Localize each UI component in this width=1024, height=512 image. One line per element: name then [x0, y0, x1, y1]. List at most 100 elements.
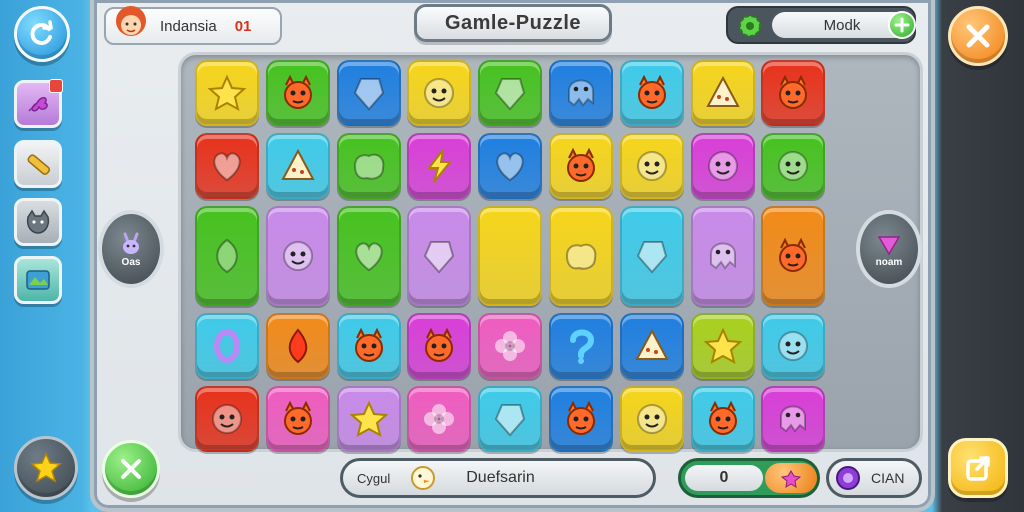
search-bar[interactable]: Cygul Duefsarin [340, 458, 656, 498]
puzzle-tile[interactable] [619, 386, 684, 452]
puzzle-tile[interactable] [690, 133, 755, 199]
puzzle-tile[interactable] [690, 206, 755, 306]
shuffle-button[interactable] [102, 440, 160, 498]
creature-icon [354, 327, 383, 362]
puzzle-tile[interactable] [478, 133, 543, 199]
puzzle-tile[interactable] [265, 313, 330, 379]
puzzle-tile[interactable] [265, 206, 330, 306]
gear-icon[interactable] [736, 12, 764, 40]
puzzle-tile[interactable] [549, 313, 613, 379]
puzzle-tile[interactable] [195, 206, 259, 306]
star-button[interactable] [14, 436, 78, 500]
exit-button[interactable] [948, 438, 1008, 498]
puzzle-tile[interactable] [407, 313, 472, 379]
mode-label: Modk [823, 16, 861, 34]
star-icon [30, 452, 62, 483]
puzzle-tile[interactable] [619, 133, 684, 199]
puzzle-tile[interactable] [690, 386, 755, 452]
drop-icon [288, 328, 308, 364]
face-icon [778, 331, 809, 361]
puzzle-tile[interactable] [690, 313, 755, 379]
puzzle-tile[interactable] [761, 313, 826, 379]
puzzle-tile[interactable] [478, 313, 543, 379]
fruit-button[interactable] [765, 463, 817, 493]
face-icon [778, 151, 809, 181]
heart-gem-icon [877, 235, 901, 255]
gem-icon [636, 241, 667, 274]
puzzle-tile[interactable] [549, 60, 613, 126]
puzzle-tile[interactable] [336, 206, 401, 306]
puzzle-tile[interactable] [619, 313, 684, 379]
puzzle-tile[interactable] [619, 206, 684, 306]
puzzle-tile[interactable] [265, 386, 330, 452]
puzzle-tile[interactable] [407, 133, 472, 199]
puzzle-tile[interactable] [690, 60, 755, 126]
puzzle-tile[interactable] [549, 133, 613, 199]
puzzle-tile[interactable] [549, 206, 613, 306]
squid-icon [709, 242, 736, 270]
creature-icon [567, 400, 595, 435]
left-side-label: Oas [121, 256, 141, 268]
triangle-icon [635, 328, 669, 360]
puzzle-tile[interactable] [761, 206, 826, 306]
face-icon [636, 404, 667, 434]
counter-bar: 0 [678, 458, 820, 498]
refresh-button[interactable] [14, 6, 70, 62]
counter-value: 0 [719, 469, 729, 486]
puzzle-tile[interactable] [336, 386, 401, 452]
puzzle-tile[interactable] [478, 206, 543, 306]
triangle-icon [281, 148, 315, 180]
squid-icon [568, 79, 594, 107]
creature-icon [283, 400, 312, 435]
puzzle-tile[interactable] [265, 133, 330, 199]
gem-icon [495, 78, 526, 111]
puzzle-tile[interactable] [195, 386, 259, 452]
puzzle-tile[interactable] [761, 133, 826, 199]
puzzle-tile[interactable] [336, 60, 401, 126]
puzzle-tile[interactable] [761, 386, 826, 452]
face-icon [707, 151, 738, 181]
puzzle-tile[interactable] [336, 133, 401, 199]
coin-label: CIAN [871, 470, 905, 486]
creature-icon [708, 400, 737, 435]
add-button[interactable] [888, 11, 916, 39]
puzzle-tile[interactable] [619, 60, 684, 126]
avatar [116, 6, 146, 36]
puzzle-tile[interactable] [407, 206, 472, 306]
left-side-button[interactable]: Oas [98, 210, 164, 288]
tool-badge [49, 79, 63, 93]
exit-icon [966, 456, 990, 481]
tool-hammer-button[interactable] [14, 140, 62, 188]
tool-magic-button[interactable] [14, 79, 63, 128]
puzzle-tile[interactable] [407, 60, 472, 126]
face-icon [282, 241, 313, 271]
star-icon [703, 327, 743, 364]
player-profile[interactable]: Indansia 01 [104, 6, 282, 45]
tool-map-button[interactable] [14, 256, 62, 304]
map-icon [26, 270, 50, 290]
flower-icon [495, 331, 526, 361]
right-side-button[interactable]: noam [856, 210, 922, 288]
puzzle-tile[interactable] [195, 313, 259, 379]
gem-icon [495, 404, 526, 437]
tool-cat-button[interactable] [14, 198, 62, 246]
star-icon [207, 74, 247, 111]
refresh-icon [30, 20, 53, 45]
puzzle-tile[interactable] [195, 133, 259, 199]
puzzle-tile[interactable] [195, 60, 259, 126]
creature-icon [779, 237, 808, 272]
puzzle-tile[interactable] [761, 60, 826, 126]
puzzle-tile[interactable] [336, 313, 401, 379]
puzzle-tile[interactable] [265, 60, 330, 126]
puzzle-tile[interactable] [478, 386, 543, 452]
puzzle-tile[interactable] [407, 386, 472, 452]
creature-icon [779, 74, 808, 109]
puzzle-tile[interactable] [478, 60, 543, 126]
right-side-label: noam [875, 256, 903, 268]
ring-icon [214, 329, 240, 363]
close-button[interactable] [948, 6, 1008, 66]
gem-icon [353, 78, 384, 111]
puzzle-tile[interactable] [549, 386, 613, 452]
heart-icon [496, 152, 524, 182]
coin-bar[interactable]: CIAN [826, 458, 922, 498]
